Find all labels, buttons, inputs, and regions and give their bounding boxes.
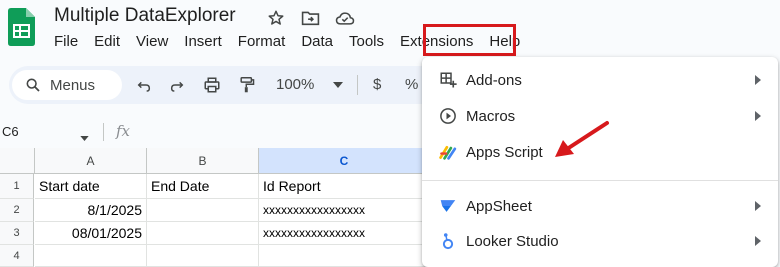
cell-c1[interactable]: Id Report [259,174,430,199]
cell-b4[interactable] [147,245,259,267]
search-icon [25,77,41,93]
menu-item-add-ons[interactable]: Add-ons [422,63,778,97]
cell-b1[interactable]: End Date [147,174,259,199]
menu-item-looker-studio[interactable]: Looker Studio [422,224,778,258]
row-header-4[interactable]: 4 [0,245,34,267]
column-header-b[interactable]: B [147,148,259,174]
row-header-1[interactable]: 1 [0,174,34,199]
name-box-caret-icon[interactable] [80,128,89,146]
cell-c2[interactable]: xxxxxxxxxxxxxxxxx [259,199,430,222]
cell-a1[interactable]: Start date [35,174,147,199]
column-header-a[interactable]: A [35,148,147,174]
fx-icon: fx [116,122,131,140]
cloud-saved-icon[interactable] [335,8,355,28]
menu-item-label: AppSheet [466,197,532,215]
menu-edit[interactable]: Edit [86,32,128,52]
name-box[interactable]: C6 [2,124,19,139]
cell-a2[interactable]: 8/1/2025 [35,199,147,222]
zoom-select[interactable]: 100% [276,76,314,93]
apps-script-icon [438,142,458,162]
column-header-c[interactable]: C [259,148,430,174]
paint-format-icon[interactable] [236,74,258,96]
document-title[interactable]: Multiple DataExplorer [54,5,236,27]
redo-icon[interactable] [166,74,188,96]
annotation-arrow-icon [545,116,615,164]
menu-view[interactable]: View [128,32,176,52]
extensions-highlight-box [423,24,516,56]
menu-divider [422,180,778,181]
currency-format-button[interactable]: $ [373,76,381,93]
row-header-3[interactable]: 3 [0,222,34,245]
add-ons-icon [438,70,458,90]
search-menus-label: Menus [50,76,96,94]
menu-data[interactable]: Data [293,32,341,52]
menu-file[interactable]: File [46,32,86,52]
menu-insert[interactable]: Insert [176,32,230,52]
menu-item-label: Add-ons [466,71,522,89]
submenu-arrow-icon [753,111,763,121]
formula-divider [103,123,104,141]
menu-item-label: Apps Script [466,143,543,161]
menu-format[interactable]: Format [230,32,294,52]
dropdown-caret-icon[interactable] [327,74,349,96]
print-icon[interactable] [201,74,223,96]
cell-c3[interactable]: xxxxxxxxxxxxxxxxx [259,222,430,245]
move-to-folder-icon[interactable] [300,8,320,28]
cell-b2[interactable] [147,199,259,222]
cell-a4[interactable] [35,245,147,267]
menu-item-appsheet[interactable]: AppSheet [422,189,778,223]
toolbar-divider [357,75,358,95]
cell-b3[interactable] [147,222,259,245]
undo-icon[interactable] [133,74,155,96]
select-all-corner[interactable] [0,148,35,174]
cell-a3[interactable]: 08/01/2025 [35,222,147,245]
appsheet-icon [438,196,458,216]
looker-studio-icon [438,231,458,251]
submenu-arrow-icon [753,236,763,246]
macros-play-icon [438,106,458,126]
row-header-2[interactable]: 2 [0,199,34,222]
star-icon[interactable] [266,8,286,28]
google-sheets-logo-icon[interactable] [8,8,35,46]
submenu-arrow-icon [753,75,763,85]
search-menus-button[interactable]: Menus [12,70,122,100]
percent-format-button[interactable]: % [405,76,418,93]
submenu-arrow-icon [753,201,763,211]
cell-c4[interactable] [259,245,430,267]
menu-item-label: Macros [466,107,516,125]
menu-item-label: Looker Studio [466,232,559,250]
menu-tools[interactable]: Tools [341,32,392,52]
